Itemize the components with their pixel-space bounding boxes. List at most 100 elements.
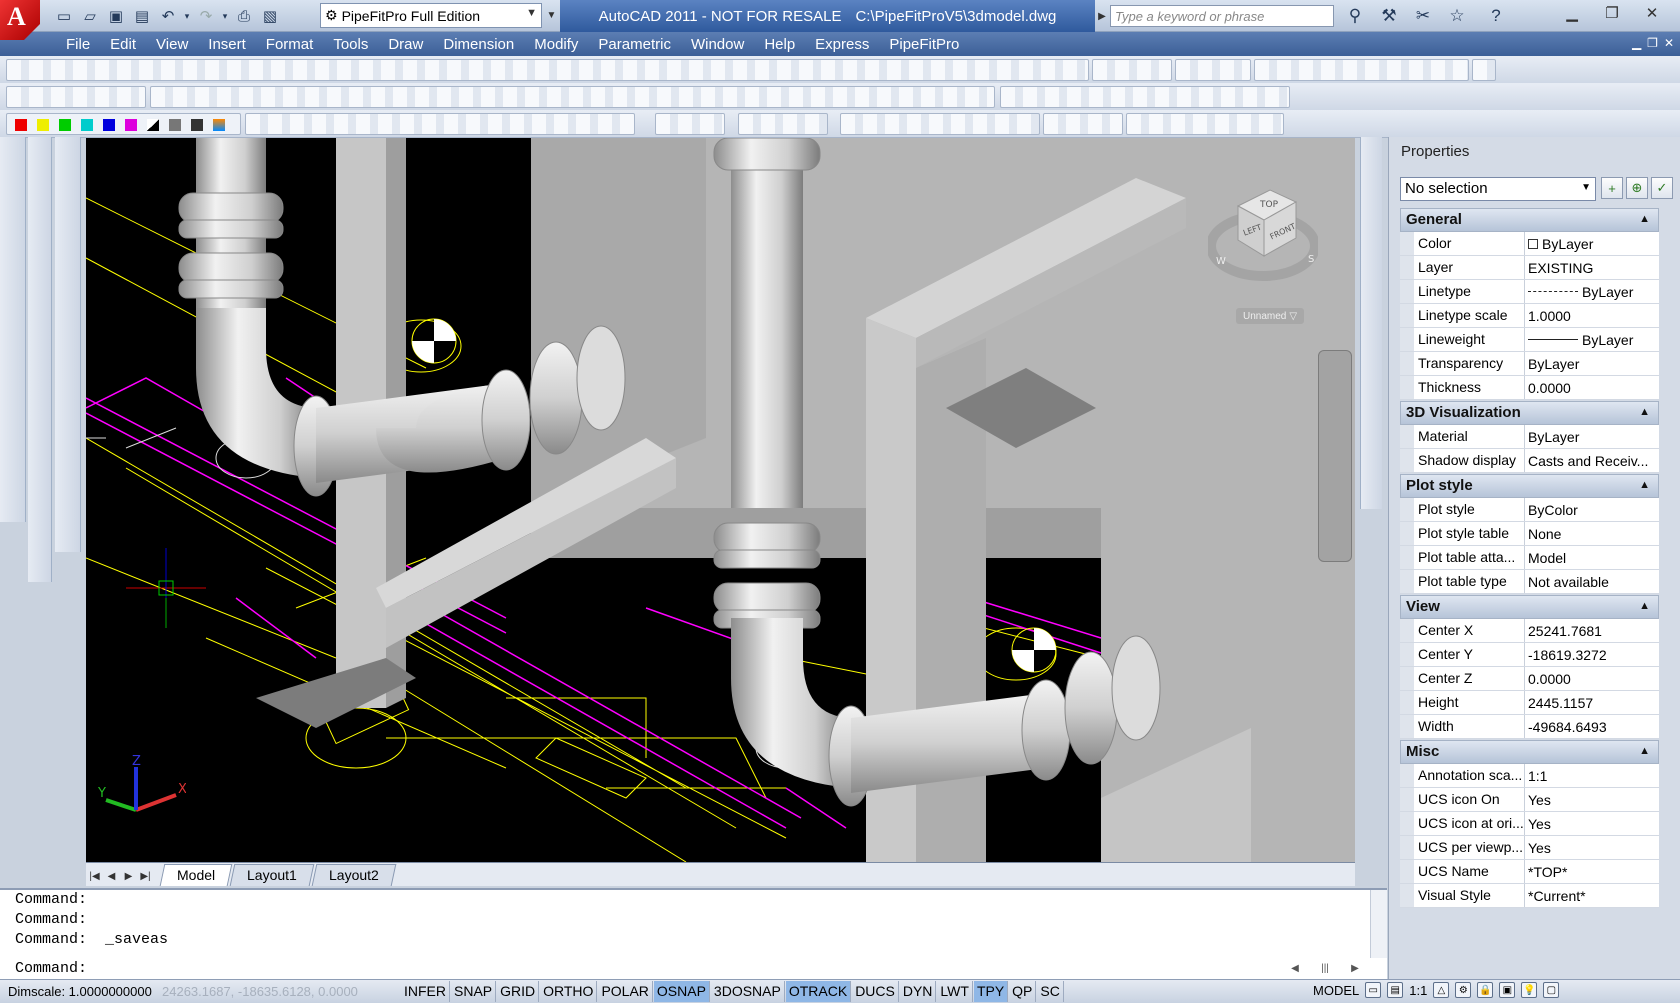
hardware-acceleration-icon[interactable]: ▣: [1499, 982, 1516, 998]
color-picker-icon[interactable]: [213, 119, 225, 131]
property-row[interactable]: Annotation sca... 1:1: [1400, 764, 1659, 788]
property-row[interactable]: UCS Name *TOP*: [1400, 860, 1659, 884]
next-tab-icon[interactable]: ▶: [120, 866, 137, 886]
property-row[interactable]: UCS icon at ori... Yes: [1400, 812, 1659, 836]
mode-ortho[interactable]: ORTHO: [540, 981, 598, 1002]
property-row[interactable]: Plot style table None: [1400, 522, 1659, 546]
property-value[interactable]: ByLayer: [1525, 352, 1659, 375]
search-input[interactable]: Type a keyword or phrase: [1110, 5, 1334, 27]
property-value[interactable]: None: [1525, 522, 1659, 545]
menu-dimension[interactable]: Dimension: [433, 32, 524, 56]
restore-icon[interactable]: ❐: [1593, 2, 1631, 24]
mode-ducs[interactable]: DUCS: [852, 981, 899, 1002]
draw-vertical-toolbar[interactable]: [0, 137, 26, 522]
quick-view-layouts-icon[interactable]: ▭: [1365, 982, 1382, 998]
close-icon[interactable]: ✕: [1633, 2, 1671, 24]
property-row[interactable]: Linetype scale 1.0000: [1400, 304, 1659, 328]
property-row[interactable]: Height 2445.1157: [1400, 691, 1659, 715]
property-value[interactable]: *Current*: [1525, 884, 1659, 907]
workspace-switch-icon[interactable]: ⚙: [1455, 982, 1472, 998]
property-row[interactable]: Visual Style *Current*: [1400, 884, 1659, 908]
modify-vertical-toolbar[interactable]: [28, 137, 52, 582]
menu-express[interactable]: Express: [805, 32, 879, 56]
doc-restore-icon[interactable]: ❐: [1647, 36, 1658, 50]
property-value[interactable]: Yes: [1525, 812, 1659, 835]
menu-pipefitpro[interactable]: PipeFitPro: [879, 32, 969, 56]
mode-lwt[interactable]: LWT: [937, 981, 973, 1002]
dimension-toolbar[interactable]: [1254, 59, 1469, 81]
property-value[interactable]: 1.0000: [1525, 304, 1659, 327]
mode-3dosnap[interactable]: 3DOSNAP: [711, 981, 785, 1002]
property-row[interactable]: Thickness 0.0000: [1400, 376, 1659, 400]
property-value[interactable]: EXISTING: [1525, 256, 1659, 279]
menu-draw[interactable]: Draw: [378, 32, 433, 56]
redo-icon[interactable]: ↷: [194, 4, 218, 28]
views-toolbar[interactable]: [840, 113, 1040, 135]
property-row[interactable]: Plot style ByColor: [1400, 498, 1659, 522]
doc-close-icon[interactable]: ✕: [1664, 36, 1674, 50]
draw-3d-toolbar[interactable]: [6, 59, 1089, 81]
property-value[interactable]: Not available: [1525, 570, 1659, 593]
property-value[interactable]: 0.0000: [1525, 376, 1659, 399]
favorites-icon[interactable]: ☆: [1442, 3, 1472, 29]
property-value[interactable]: ByLayer: [1525, 328, 1659, 351]
collapse-icon[interactable]: ▲: [1639, 406, 1650, 418]
property-value[interactable]: -18619.3272: [1525, 643, 1659, 666]
gray-swatch-icon[interactable]: [169, 119, 181, 131]
undo-icon[interactable]: ↶: [156, 4, 180, 28]
property-row[interactable]: Width -49684.6493: [1400, 715, 1659, 739]
command-input[interactable]: Command:: [15, 960, 87, 977]
annotation-visibility-icon[interactable]: △: [1433, 982, 1450, 998]
isolate-objects-icon[interactable]: 💡: [1521, 982, 1538, 998]
property-value[interactable]: 2445.1157: [1525, 691, 1659, 714]
last-tab-icon[interactable]: ▶|: [137, 866, 154, 886]
section-general[interactable]: General ▲: [1400, 208, 1659, 232]
collapse-icon[interactable]: ▲: [1639, 213, 1650, 225]
mode-snap[interactable]: SNAP: [451, 981, 497, 1002]
mode-tpy[interactable]: TPY: [973, 981, 1009, 1002]
quick-select-icon[interactable]: ✓: [1651, 177, 1673, 199]
red-swatch-icon[interactable]: [15, 119, 27, 131]
render-toolbar[interactable]: [1472, 59, 1496, 81]
customize-qat-icon[interactable]: ▼: [544, 3, 559, 28]
text-toolbar[interactable]: [655, 113, 725, 135]
space-toggle[interactable]: MODEL: [1313, 983, 1359, 998]
menu-help[interactable]: Help: [754, 32, 805, 56]
command-hscrollbar[interactable]: ◀ ||| ▶: [1280, 960, 1370, 977]
clean-screen-icon[interactable]: ▢: [1543, 982, 1560, 998]
minimize-icon[interactable]: ▁: [1553, 2, 1591, 24]
property-row[interactable]: Center Y -18619.3272: [1400, 643, 1659, 667]
property-row[interactable]: Center Z 0.0000: [1400, 667, 1659, 691]
property-value[interactable]: 0.0000: [1525, 667, 1659, 690]
property-value[interactable]: 25241.7681: [1525, 619, 1659, 642]
solid-primitives-toolbar[interactable]: [6, 86, 146, 108]
section-misc[interactable]: Misc ▲: [1400, 740, 1659, 764]
lock-icon[interactable]: 🔒: [1477, 982, 1494, 998]
toggle-pickadd-icon[interactable]: +: [1601, 177, 1623, 199]
mode-osnap[interactable]: OSNAP: [653, 981, 710, 1002]
prev-tab-icon[interactable]: ◀: [103, 866, 120, 886]
property-value[interactable]: ByLayer: [1525, 280, 1659, 303]
annotation-scale[interactable]: 1:1: [1409, 983, 1427, 998]
mode-sc[interactable]: SC: [1037, 981, 1064, 1002]
menu-modify[interactable]: Modify: [524, 32, 588, 56]
workspace-dropdown[interactable]: ⚙ PipeFitPro Full Edition ▼: [320, 3, 542, 28]
select-objects-icon[interactable]: ⊕: [1626, 177, 1648, 199]
pipe-vertical-toolbar[interactable]: [55, 137, 81, 552]
property-value[interactable]: ByLayer: [1525, 425, 1659, 448]
blue-swatch-icon[interactable]: [103, 119, 115, 131]
doc-minimize-icon[interactable]: ▁: [1632, 36, 1641, 50]
section-plot-style[interactable]: Plot style ▲: [1400, 474, 1659, 498]
selection-dropdown[interactable]: No selection ▼: [1400, 177, 1596, 201]
color-toolbar[interactable]: [6, 113, 241, 135]
snap-toolbar[interactable]: [738, 113, 828, 135]
dark-swatch-icon[interactable]: [191, 119, 203, 131]
property-row[interactable]: Layer EXISTING: [1400, 256, 1659, 280]
tab-layout2[interactable]: Layout2: [311, 864, 397, 886]
mode-qp[interactable]: QP: [1009, 981, 1037, 1002]
property-value[interactable]: ByLayer: [1525, 232, 1659, 255]
property-row[interactable]: Lineweight ByLayer: [1400, 328, 1659, 352]
mode-dyn[interactable]: DYN: [900, 981, 937, 1002]
open-icon[interactable]: ▱: [78, 4, 102, 28]
undo-dropdown-icon[interactable]: ▾: [182, 4, 192, 28]
